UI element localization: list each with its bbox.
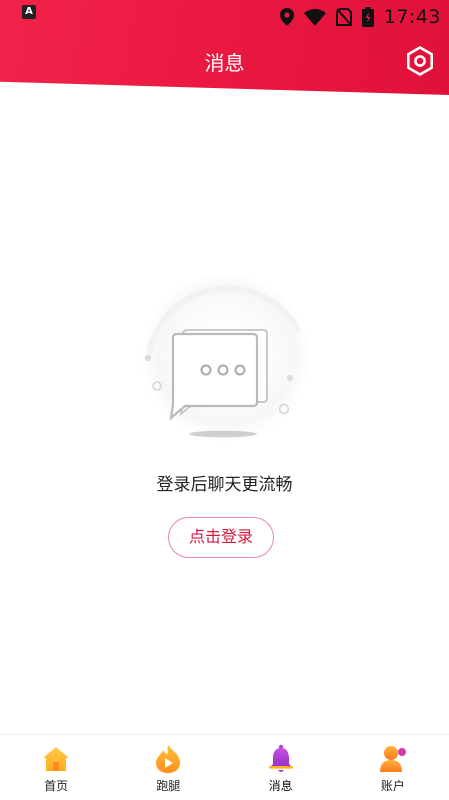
location-icon (279, 8, 294, 26)
nav-label-messages: 消息 (268, 779, 293, 793)
empty-state-message: 登录后聊天更流畅 (156, 475, 293, 495)
gear-icon (404, 45, 436, 81)
app-notification-badge: A (22, 5, 36, 19)
settings-button[interactable] (403, 46, 437, 80)
bottom-navigation: 首页 跑腿 消息 账户 (0, 734, 449, 800)
account-icon (378, 744, 408, 774)
no-sim-icon (335, 8, 352, 26)
nav-item-home[interactable]: 首页 (0, 735, 112, 800)
nav-label-account: 账户 (380, 779, 405, 793)
errand-icon (153, 744, 183, 774)
status-bar: A 17:43 (0, 0, 449, 34)
nav-label-home: 首页 (44, 779, 69, 793)
login-button[interactable]: 点击登录 (168, 517, 274, 558)
status-icons: 17:43 (279, 5, 441, 29)
nav-item-messages[interactable]: 消息 (225, 735, 337, 800)
home-icon (41, 744, 71, 774)
bell-icon (266, 744, 296, 774)
nav-item-account[interactable]: 账户 (337, 735, 449, 800)
nav-label-errand: 跑腿 (156, 779, 181, 793)
nav-item-errand[interactable]: 跑腿 (112, 735, 224, 800)
battery-icon (361, 7, 374, 27)
empty-chat-illustration (129, 272, 321, 448)
wifi-icon (303, 8, 326, 26)
messages-screen: A 17:43 消息 登录后聊天更流畅 点击登录 首页 跑腿 消息 账户 (0, 0, 449, 800)
status-clock: 17:43 (383, 6, 441, 28)
page-title: 消息 (204, 51, 245, 75)
